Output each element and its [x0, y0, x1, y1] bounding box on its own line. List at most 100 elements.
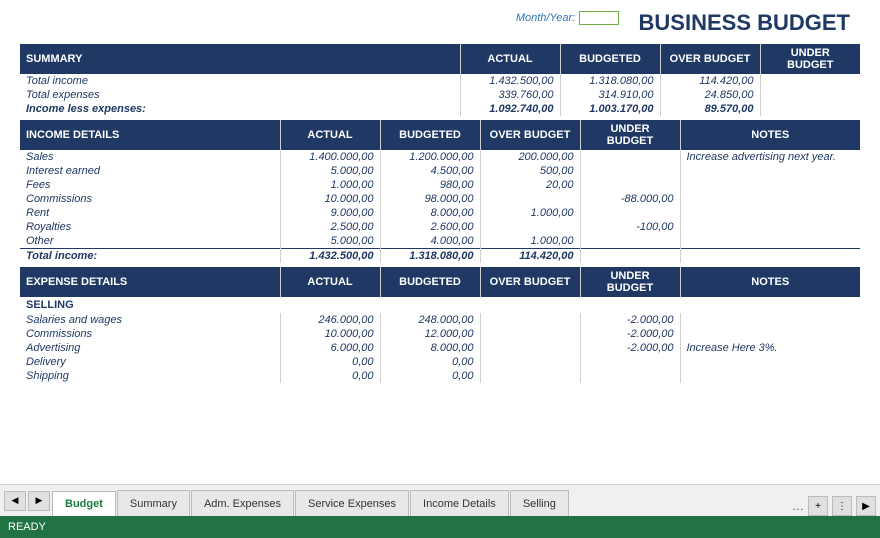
expense-advertising-notes: Increase Here 3%.	[680, 341, 860, 355]
income-sales-notes: Increase advertising next year.	[680, 150, 860, 164]
expense-commissions-budgeted: 12.000,00	[380, 327, 480, 341]
expense-advertising-label: Advertising	[20, 341, 280, 355]
summary-col-under: UNDER BUDGET	[760, 44, 860, 74]
income-royalties-over	[480, 220, 580, 234]
income-royalties-notes	[680, 220, 860, 234]
expense-delivery-label: Delivery	[20, 355, 280, 369]
sheet-options-btn[interactable]: ⋮	[832, 496, 852, 516]
summary-col-over: OVER BUDGET	[660, 44, 760, 74]
expense-col-budgeted: BUDGETED	[380, 267, 480, 297]
income-total-label: Total income:	[20, 249, 280, 264]
table-row: Other 5.000,00 4.000,00 1.000,00	[20, 234, 860, 249]
income-fees-label: Fees	[20, 178, 280, 192]
expense-shipping-notes	[680, 369, 860, 383]
summary-total-income-actual: 1.432.500,00	[460, 74, 560, 88]
expense-salaries-label: Salaries and wages	[20, 313, 280, 327]
table-row: Income less expenses: 1.092.740,00 1.003…	[20, 102, 860, 116]
tabs-bar: ◀ ▶ Budget Summary Adm. Expenses Service…	[0, 484, 880, 516]
income-col-over: OVER BUDGET	[480, 120, 580, 150]
summary-total-income-under	[760, 74, 860, 88]
expense-commissions-actual: 10.000,00	[280, 327, 380, 341]
expense-commissions-over	[480, 327, 580, 341]
income-section-title: INCOME DETAILS	[20, 120, 280, 150]
summary-header-row: SUMMARY ACTUAL BUDGETED OVER BUDGET UNDE…	[20, 44, 860, 74]
expense-commissions-notes	[680, 327, 860, 341]
income-fees-under	[580, 178, 680, 192]
table-row: Shipping 0,00 0,00	[20, 369, 860, 383]
expense-commissions-label: Commissions	[20, 327, 280, 341]
summary-total-expenses-label: Total expenses	[20, 88, 460, 102]
income-total-notes	[680, 249, 860, 264]
month-year-box[interactable]	[579, 11, 619, 25]
income-header-row: INCOME DETAILS ACTUAL BUDGETED OVER BUDG…	[20, 120, 860, 150]
table-row: Delivery 0,00 0,00	[20, 355, 860, 369]
income-total-over: 114.420,00	[480, 249, 580, 264]
table-row: Interest earned 5.000,00 4.500,00 500,00	[20, 164, 860, 178]
table-row: Total income 1.432.500,00 1.318.080,00 1…	[20, 74, 860, 88]
sheet-nav-prev-btn[interactable]: ◀	[4, 491, 26, 511]
summary-total-income-over: 114.420,00	[660, 74, 760, 88]
income-commissions-budgeted: 98.000,00	[380, 192, 480, 206]
income-sales-budgeted: 1.200.000,00	[380, 150, 480, 164]
scroll-right-btn[interactable]: ▶	[856, 496, 876, 516]
sheet-nav-next-btn[interactable]: ▶	[28, 491, 50, 511]
expense-col-actual: ACTUAL	[280, 267, 380, 297]
income-col-under: UNDER BUDGET	[580, 120, 680, 150]
expense-salaries-under: -2.000,00	[580, 313, 680, 327]
expense-salaries-budgeted: 248.000,00	[380, 313, 480, 327]
expense-section-title: EXPENSE DETAILS	[20, 267, 280, 297]
expense-delivery-under	[580, 355, 680, 369]
tab-selling[interactable]: Selling	[510, 490, 569, 516]
summary-income-less-under	[760, 102, 860, 116]
income-interest-budgeted: 4.500,00	[380, 164, 480, 178]
table-row: Total expenses 339.760,00 314.910,00 24.…	[20, 88, 860, 102]
income-interest-over: 500,00	[480, 164, 580, 178]
month-year-label: Month/Year:	[516, 12, 575, 24]
income-commissions-label: Commissions	[20, 192, 280, 206]
income-rent-over: 1.000,00	[480, 206, 580, 220]
summary-col-actual: ACTUAL	[460, 44, 560, 74]
tab-budget[interactable]: Budget	[52, 491, 116, 517]
expense-delivery-budgeted: 0,00	[380, 355, 480, 369]
summary-col-budgeted: BUDGETED	[560, 44, 660, 74]
income-commissions-notes	[680, 192, 860, 206]
income-interest-notes	[680, 164, 860, 178]
summary-total-income-budgeted: 1.318.080,00	[560, 74, 660, 88]
summary-total-expenses-actual: 339.760,00	[460, 88, 560, 102]
tab-service-expenses[interactable]: Service Expenses	[295, 490, 409, 516]
tab-summary[interactable]: Summary	[117, 490, 190, 516]
income-fees-budgeted: 980,00	[380, 178, 480, 192]
income-royalties-under: -100,00	[580, 220, 680, 234]
expense-salaries-notes	[680, 313, 860, 327]
add-sheet-btn[interactable]: +	[808, 496, 828, 516]
status-label: READY	[8, 521, 46, 533]
expense-delivery-over	[480, 355, 580, 369]
expense-delivery-actual: 0,00	[280, 355, 380, 369]
income-other-budgeted: 4.000,00	[380, 234, 480, 249]
tab-adm-expenses[interactable]: Adm. Expenses	[191, 490, 294, 516]
expense-shipping-actual: 0,00	[280, 369, 380, 383]
income-rent-budgeted: 8.000,00	[380, 206, 480, 220]
expense-shipping-budgeted: 0,00	[380, 369, 480, 383]
income-col-notes: NOTES	[680, 120, 860, 150]
income-other-over: 1.000,00	[480, 234, 580, 249]
tab-income-details[interactable]: Income Details	[410, 490, 509, 516]
summary-income-less-label: Income less expenses:	[20, 102, 460, 116]
spreadsheet-area: Month/Year: BUSINESS BUDGET SUMMARY ACTU…	[0, 0, 880, 484]
expense-col-over: OVER BUDGET	[480, 267, 580, 297]
income-sales-actual: 1.400.000,00	[280, 150, 380, 164]
income-other-notes	[680, 234, 860, 249]
expense-salaries-over	[480, 313, 580, 327]
income-royalties-label: Royalties	[20, 220, 280, 234]
summary-income-less-over: 89.570,00	[660, 102, 760, 116]
summary-total-expenses-under	[760, 88, 860, 102]
income-other-actual: 5.000,00	[280, 234, 380, 249]
tab-ellipsis: …	[792, 499, 804, 513]
income-fees-over: 20,00	[480, 178, 580, 192]
income-rent-actual: 9.000,00	[280, 206, 380, 220]
summary-total-expenses-budgeted: 314.910,00	[560, 88, 660, 102]
income-details-table: INCOME DETAILS ACTUAL BUDGETED OVER BUDG…	[20, 120, 860, 263]
table-row: Commissions 10.000,00 98.000,00 -88.000,…	[20, 192, 860, 206]
income-rent-under	[580, 206, 680, 220]
expense-commissions-under: -2.000,00	[580, 327, 680, 341]
